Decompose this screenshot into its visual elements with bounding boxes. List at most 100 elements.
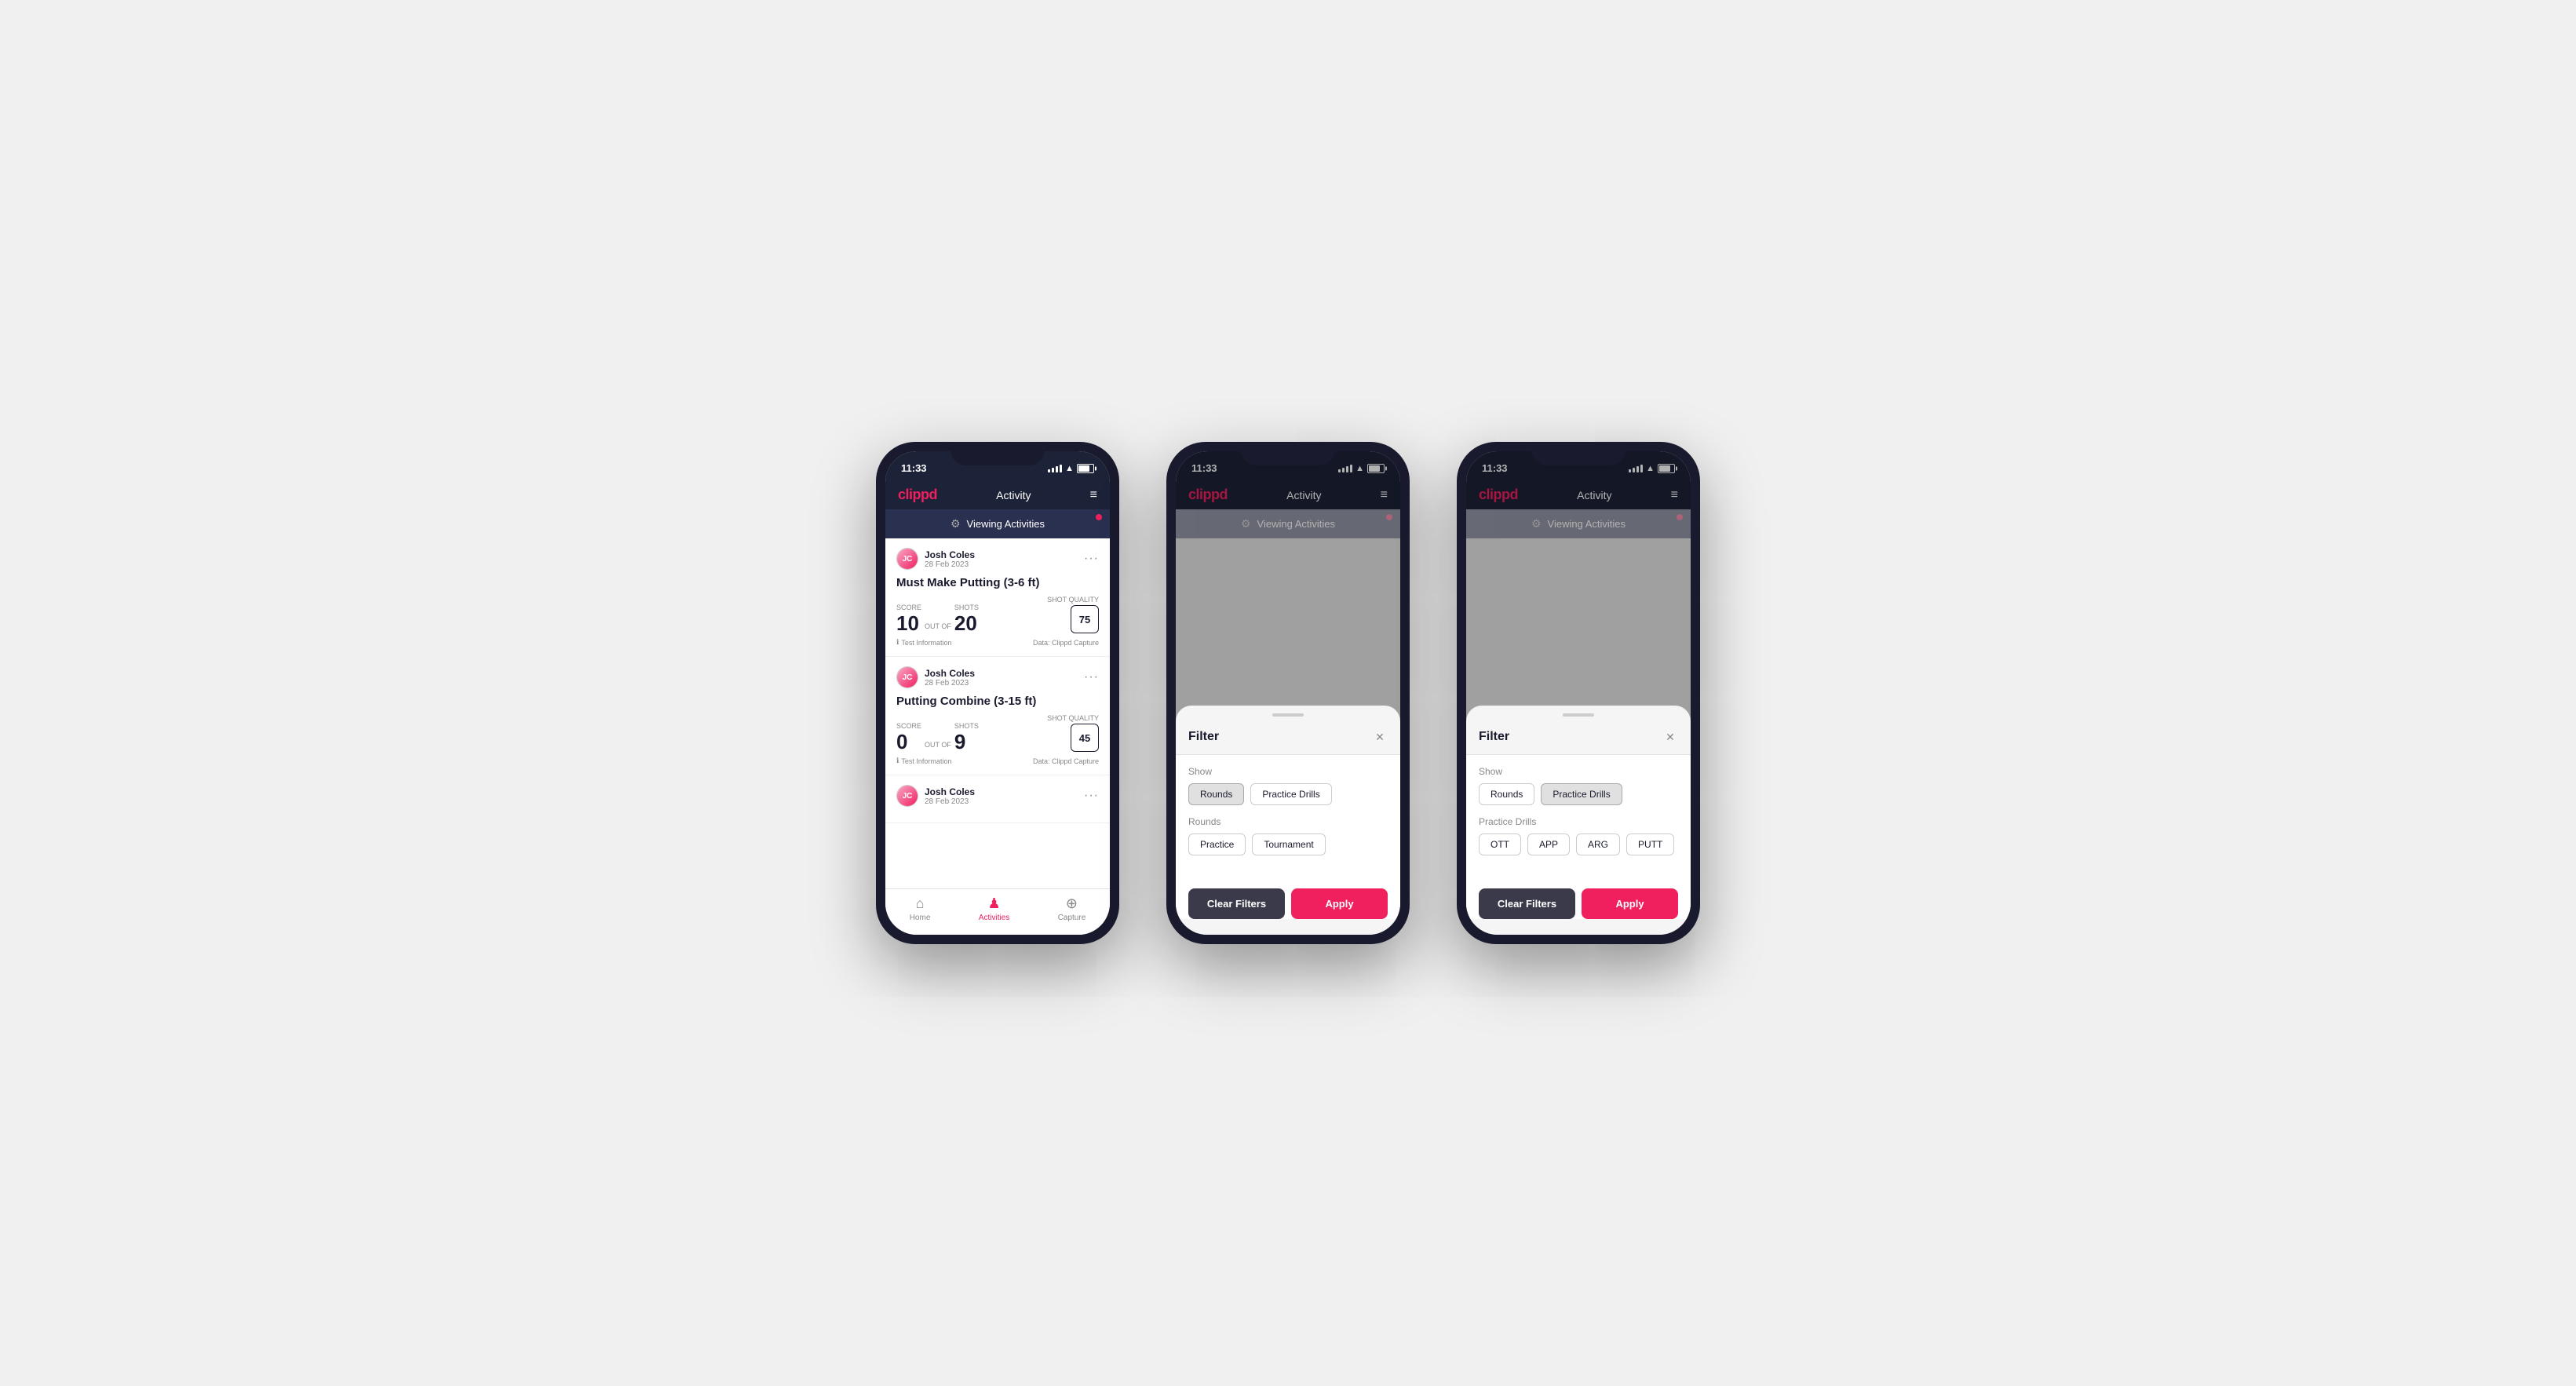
chip-rounds-2[interactable]: Rounds	[1188, 783, 1244, 805]
signal-icon-1	[1048, 465, 1062, 472]
user-info-3: JC Josh Coles 28 Feb 2023	[896, 785, 975, 807]
score-value-1: 10	[896, 613, 921, 633]
sheet-handle-2	[1272, 713, 1304, 717]
stats-row-1: Score 10 OUT OF Shots 20 Shot Quality 7	[896, 596, 1099, 633]
activity-card-3: JC Josh Coles 28 Feb 2023 ···	[885, 775, 1110, 823]
shots-label-2: Shots	[954, 722, 979, 730]
status-icons-1: ▲	[1048, 464, 1094, 473]
user-name-2: Josh Coles	[925, 668, 975, 679]
rounds-chips-2: Practice Tournament	[1188, 833, 1388, 855]
sheet-footer-2: Clear Filters Apply	[1176, 877, 1400, 919]
phone-1: 11:33 ▲ clippd Activity ≡ ⚙	[876, 442, 1119, 944]
drills-chips-3: OTT APP ARG PUTT	[1479, 833, 1678, 855]
user-name-1: Josh Coles	[925, 549, 975, 560]
chip-practice-drills-3[interactable]: Practice Drills	[1541, 783, 1622, 805]
filter-sheet-2: Filter ✕ Show Rounds Practice Drills Rou…	[1176, 706, 1400, 935]
apply-button-3[interactable]: Apply	[1582, 888, 1678, 919]
sheet-footer-3: Clear Filters Apply	[1466, 877, 1691, 919]
nav-capture-label-1: Capture	[1058, 914, 1086, 922]
status-time-1: 11:33	[901, 462, 927, 474]
shot-quality-badge-2: 45	[1071, 724, 1099, 752]
data-source-2: Data: Clippd Capture	[1033, 757, 1099, 765]
data-source-1: Data: Clippd Capture	[1033, 639, 1099, 647]
user-date-3: 28 Feb 2023	[925, 797, 975, 806]
chip-tournament-2[interactable]: Tournament	[1252, 833, 1325, 855]
activities-icon-1: ♟	[987, 895, 1000, 912]
avatar-3: JC	[896, 785, 918, 807]
more-dots-3[interactable]: ···	[1084, 789, 1099, 803]
more-dots-2[interactable]: ···	[1084, 670, 1099, 684]
sheet-handle-3	[1563, 713, 1594, 717]
test-info-2: ℹ Test Information	[896, 757, 951, 765]
notch-3	[1531, 442, 1626, 465]
scene: 11:33 ▲ clippd Activity ≡ ⚙	[829, 379, 1747, 1007]
avatar-2: JC	[896, 666, 918, 688]
user-info-1: JC Josh Coles 28 Feb 2023	[896, 548, 975, 570]
header-title-1: Activity	[996, 489, 1031, 502]
drills-label-3: Practice Drills	[1479, 816, 1678, 827]
show-chips-2: Rounds Practice Drills	[1188, 783, 1388, 805]
notch-1	[950, 442, 1045, 465]
card-header-1: JC Josh Coles 28 Feb 2023 ···	[896, 548, 1099, 570]
shots-label-1: Shots	[954, 604, 979, 611]
filter-title-2: Filter	[1188, 730, 1219, 744]
chip-ott-3[interactable]: OTT	[1479, 833, 1521, 855]
chip-practice-2[interactable]: Practice	[1188, 833, 1246, 855]
content-1: JC Josh Coles 28 Feb 2023 ··· Must Make …	[885, 538, 1110, 888]
viewing-bar-1[interactable]: ⚙ Viewing Activities	[885, 509, 1110, 538]
sheet-body-2: Show Rounds Practice Drills Rounds Pract…	[1176, 755, 1400, 877]
app-header-1: clippd Activity ≡	[885, 480, 1110, 509]
user-date-1: 28 Feb 2023	[925, 560, 975, 569]
score-label-1: Score	[896, 604, 921, 611]
score-label-2: Score	[896, 722, 921, 730]
shot-quality-label-2: Shot Quality	[1047, 714, 1099, 722]
sheet-header-2: Filter ✕	[1176, 723, 1400, 755]
notch-2	[1241, 442, 1335, 465]
card-footer-2: ℹ Test Information Data: Clippd Capture	[896, 757, 1099, 765]
wifi-icon-1: ▲	[1065, 464, 1074, 473]
shot-quality-badge-1: 75	[1071, 605, 1099, 633]
user-info-2: JC Josh Coles 28 Feb 2023	[896, 666, 975, 688]
nav-home-1[interactable]: ⌂ Home	[910, 895, 931, 922]
battery-icon-1	[1077, 464, 1094, 473]
clear-filters-button-3[interactable]: Clear Filters	[1479, 888, 1575, 919]
card-footer-1: ℹ Test Information Data: Clippd Capture	[896, 638, 1099, 647]
chip-putt-3[interactable]: PUTT	[1626, 833, 1674, 855]
activity-title-1: Must Make Putting (3-6 ft)	[896, 576, 1099, 589]
nav-capture-1[interactable]: ⊕ Capture	[1058, 895, 1086, 922]
filter-title-3: Filter	[1479, 730, 1509, 744]
chip-rounds-3[interactable]: Rounds	[1479, 783, 1534, 805]
close-button-3[interactable]: ✕	[1662, 729, 1678, 745]
bottom-nav-1: ⌂ Home ♟ Activities ⊕ Capture	[885, 888, 1110, 935]
chip-app-3[interactable]: APP	[1527, 833, 1570, 855]
chip-practice-drills-2[interactable]: Practice Drills	[1250, 783, 1331, 805]
activity-card-2: JC Josh Coles 28 Feb 2023 ··· Putting Co…	[885, 657, 1110, 775]
nav-activities-1[interactable]: ♟ Activities	[979, 895, 1009, 922]
shot-quality-label-1: Shot Quality	[1047, 596, 1099, 604]
sheet-header-3: Filter ✕	[1466, 723, 1691, 755]
phone-3: 11:33 ▲ clippd Activity ≡ ⚙	[1457, 442, 1700, 944]
close-button-2[interactable]: ✕	[1372, 729, 1388, 745]
activity-title-2: Putting Combine (3-15 ft)	[896, 695, 1099, 708]
logo-1: clippd	[898, 487, 937, 503]
out-of-1: OUT OF	[925, 622, 951, 630]
show-label-3: Show	[1479, 766, 1678, 777]
user-name-3: Josh Coles	[925, 786, 975, 797]
score-value-2: 0	[896, 731, 921, 752]
activity-card-1: JC Josh Coles 28 Feb 2023 ··· Must Make …	[885, 538, 1110, 657]
nav-activities-label-1: Activities	[979, 914, 1009, 922]
clear-filters-button-2[interactable]: Clear Filters	[1188, 888, 1285, 919]
apply-button-2[interactable]: Apply	[1291, 888, 1388, 919]
card-header-3: JC Josh Coles 28 Feb 2023 ···	[896, 785, 1099, 807]
chip-arg-3[interactable]: ARG	[1576, 833, 1620, 855]
user-date-2: 28 Feb 2023	[925, 679, 975, 688]
home-icon-1: ⌂	[916, 895, 925, 912]
card-header-2: JC Josh Coles 28 Feb 2023 ···	[896, 666, 1099, 688]
rounds-label-2: Rounds	[1188, 816, 1388, 827]
hamburger-icon-1[interactable]: ≡	[1090, 488, 1097, 502]
show-label-2: Show	[1188, 766, 1388, 777]
filter-icon-1: ⚙	[950, 517, 961, 531]
more-dots-1[interactable]: ···	[1084, 552, 1099, 566]
stats-row-2: Score 0 OUT OF Shots 9 Shot Quality 45	[896, 714, 1099, 752]
shots-value-1: 20	[954, 613, 979, 633]
